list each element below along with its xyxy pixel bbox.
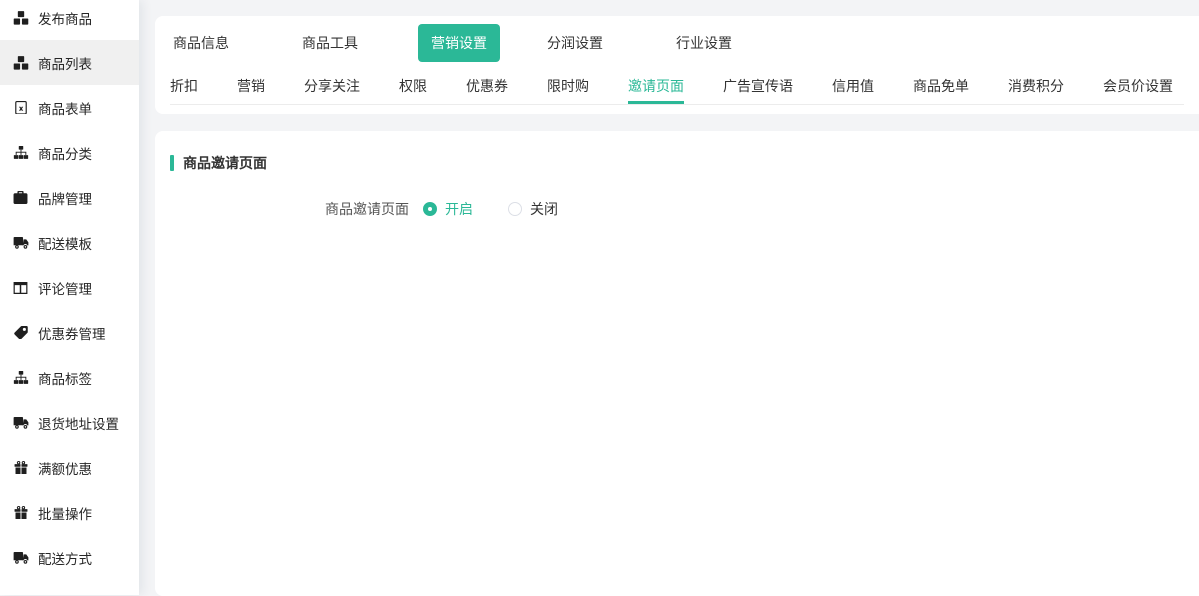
section-title: 商品邀请页面: [183, 153, 267, 173]
sitemap-icon: [12, 371, 29, 384]
sidebar-item-publish-goods[interactable]: 发布商品: [0, 0, 139, 40]
sidebar-item-label: 商品标签: [38, 368, 92, 388]
sidebar-item-comment-management[interactable]: 评论管理: [0, 265, 139, 310]
cubes-icon: [12, 11, 29, 25]
sidebar-item-label: 评论管理: [38, 278, 92, 298]
secondary-tab-member-price[interactable]: 会员价设置: [1103, 69, 1173, 104]
sidebar-item-brand-management[interactable]: 品牌管理: [0, 175, 139, 220]
sidebar-item-delivery-template[interactable]: 配送模板: [0, 220, 139, 265]
radio-label: 开启: [445, 199, 473, 219]
secondary-tab-share-follow[interactable]: 分享关注: [304, 69, 360, 104]
secondary-tab-discount[interactable]: 折扣: [170, 69, 198, 104]
truck-icon: [12, 552, 29, 564]
sidebar-item-return-address[interactable]: 退货地址设置: [0, 400, 139, 445]
sidebar: 发布商品商品列表商品表单商品分类品牌管理配送模板评论管理优惠券管理商品标签退货地…: [0, 0, 139, 595]
sidebar-item-label: 商品列表: [38, 53, 92, 73]
secondary-tab-coupon[interactable]: 优惠券: [466, 69, 508, 104]
sidebar-nav: 发布商品商品列表商品表单商品分类品牌管理配送模板评论管理优惠券管理商品标签退货地…: [0, 0, 139, 580]
sidebar-item-goods-form[interactable]: 商品表单: [0, 85, 139, 130]
tabs-card: 商品信息 商品工具 营销设置 分润设置 行业设置 折扣 营销 分享关注 权限 优惠券 限时购 邀请页…: [155, 16, 1199, 114]
sidebar-item-label: 商品表单: [38, 98, 92, 118]
sidebar-item-label: 满额优惠: [38, 458, 92, 478]
radio-circle-icon[interactable]: [508, 202, 522, 216]
sidebar-item-goods-category[interactable]: 商品分类: [0, 130, 139, 175]
secondary-tab-consume-points[interactable]: 消费积分: [1008, 69, 1064, 104]
content-card: 商品邀请页面 商品邀请页面 开启 关闭: [155, 131, 1199, 596]
sidebar-item-coupon-management[interactable]: 优惠券管理: [0, 310, 139, 355]
primary-tab-goods-info[interactable]: 商品信息: [173, 33, 229, 53]
briefcase-icon: [12, 191, 29, 204]
primary-tab-bar: 商品信息 商品工具 营销设置 分润设置 行业设置: [155, 16, 1199, 69]
secondary-tab-goods-free[interactable]: 商品免单: [913, 69, 969, 104]
primary-tab-industry-setup[interactable]: 行业设置: [676, 33, 732, 53]
sidebar-item-delivery-method[interactable]: 配送方式: [0, 535, 139, 580]
secondary-tab-marketing[interactable]: 营销: [237, 69, 265, 104]
sidebar-item-label: 优惠券管理: [38, 323, 106, 343]
sidebar-item-goods-list[interactable]: 商品列表: [0, 40, 139, 85]
secondary-tab-ad-slogan[interactable]: 广告宣传语: [723, 69, 793, 104]
sidebar-item-label: 批量操作: [38, 503, 92, 523]
invite-page-form-label: 商品邀请页面: [325, 199, 409, 219]
secondary-tab-permission[interactable]: 权限: [399, 69, 427, 104]
columns-icon: [12, 282, 29, 294]
radio-option-0[interactable]: 开启: [423, 199, 473, 219]
tag-icon: [12, 326, 29, 340]
invite-page-radio-group: 开启 关闭: [423, 199, 558, 219]
sidebar-item-label: 配送模板: [38, 233, 92, 253]
invite-page-form-row: 商品邀请页面 开启 关闭: [325, 199, 1199, 219]
gift-icon: [12, 461, 29, 475]
section-header: 商品邀请页面: [170, 153, 1199, 173]
sidebar-item-label: 商品分类: [38, 143, 92, 163]
sitemap-icon: [12, 146, 29, 159]
truck-icon: [12, 417, 29, 429]
radio-circle-icon[interactable]: [423, 202, 437, 216]
secondary-tab-invite-page[interactable]: 邀请页面: [628, 69, 684, 104]
sidebar-item-batch-operation[interactable]: 批量操作: [0, 490, 139, 535]
gift-icon: [12, 506, 29, 520]
cubes-icon: [12, 56, 29, 70]
section-accent-bar: [170, 155, 174, 171]
sidebar-item-label: 发布商品: [38, 8, 92, 28]
secondary-tab-bar-wrap: 折扣 营销 分享关注 权限 优惠券 限时购 邀请页面 广告宣传语 信用值 商品免单 消费积分 会员价设…: [170, 69, 1184, 105]
sidebar-item-label: 配送方式: [38, 548, 92, 568]
sidebar-item-full-discount[interactable]: 满额优惠: [0, 445, 139, 490]
radio-label: 关闭: [530, 199, 558, 219]
primary-tab-marketing-setup[interactable]: 营销设置: [418, 24, 500, 62]
primary-tab-goods-tools[interactable]: 商品工具: [302, 33, 358, 53]
primary-tab-profit-setup[interactable]: 分润设置: [547, 33, 603, 53]
file-excel-icon: [12, 101, 29, 115]
secondary-tab-bar: 折扣 营销 分享关注 权限 优惠券 限时购 邀请页面 广告宣传语 信用值 商品免单 消费积分 会员价设…: [170, 69, 1184, 104]
main-area: 商品信息 商品工具 营销设置 分润设置 行业设置 折扣 营销 分享关注 权限 优惠券 限时购 邀请页…: [155, 0, 1199, 596]
sidebar-item-label: 品牌管理: [38, 188, 92, 208]
secondary-tab-credit-value[interactable]: 信用值: [832, 69, 874, 104]
secondary-tab-flash-sale[interactable]: 限时购: [547, 69, 589, 104]
radio-option-1[interactable]: 关闭: [508, 199, 558, 219]
sidebar-item-label: 退货地址设置: [38, 413, 119, 433]
truck-icon: [12, 237, 29, 249]
sidebar-item-goods-tags[interactable]: 商品标签: [0, 355, 139, 400]
